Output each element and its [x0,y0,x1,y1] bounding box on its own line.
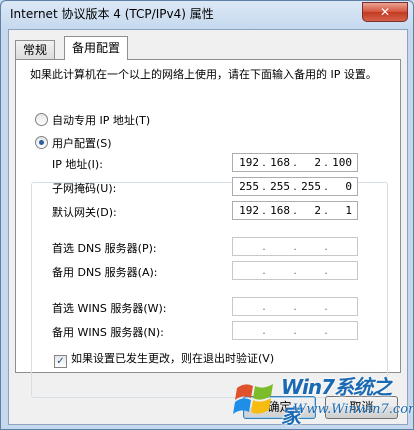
close-button[interactable]: ✕ [362,2,408,22]
ip-dot: . [324,240,328,253]
ip-dot: . [262,264,266,277]
radio-auto-label: 自动专用 IP 地址(T) [52,114,151,127]
ip-octet-1: 192 [239,156,259,169]
dialog-client: 常规 备用配置 如果此计算机在一个以上的网络上使用，请在下面输入备用的 IP 设… [8,29,408,425]
subnet-octet-2: 255 [270,180,290,193]
alternate-wins-label: 备用 WINS 服务器(N): [52,326,164,339]
ip-octet-3: 2 [314,156,321,169]
validate-on-exit-label: 如果设置已发生更改，则在退出时验证(V) [71,352,275,365]
subnet-octet-4: 0 [345,180,352,193]
dialog-window: Internet 协议版本 4 (TCP/IPv4) 属性 ✕ 常规 备用配置 … [0,0,414,430]
default-gateway-label: 默认网关(D): [52,206,117,219]
preferred-dns-label: 首选 DNS 服务器(P): [52,242,157,255]
ip-dot: . [324,300,328,313]
default-gateway-input[interactable]: 192. 168. 2. 1 [232,201,358,220]
ok-button[interactable]: 确定 [243,396,316,419]
ip-dot: . [293,240,297,253]
tab-general[interactable]: 常规 [15,40,56,59]
gateway-octet-2: 168 [270,204,290,217]
alternate-wins-input[interactable]: ... [232,321,358,340]
radio-auto-private-ip[interactable]: 自动专用 IP 地址(T) [35,112,150,128]
subnet-mask-input[interactable]: 255. 255. 255. 0 [232,177,358,196]
ip-address-label: IP 地址(I): [52,158,103,171]
close-icon: ✕ [379,5,391,19]
ip-dot: . [293,300,297,313]
radio-user-label: 用户配置(S) [52,137,112,150]
ip-octet-2: 168 [270,156,290,169]
gateway-octet-1: 192 [239,204,259,217]
checkbox-checked-icon[interactable]: ✓ [54,355,67,368]
preferred-wins-input[interactable]: ... [232,297,358,316]
ip-dot: . [324,324,328,337]
subnet-octet-1: 255 [239,180,259,193]
subnet-mask-label: 子网掩码(U): [52,182,117,195]
ip-dot: . [262,300,266,313]
alternate-dns-input[interactable]: ... [232,261,358,280]
tab-alternate-config[interactable]: 备用配置 [64,36,129,60]
gateway-octet-4: 1 [345,204,352,217]
radio-user-config[interactable]: 用户配置(S) [35,135,112,151]
alternate-dns-label: 备用 DNS 服务器(A): [52,266,158,279]
radio-user-indicator[interactable] [35,136,48,149]
subnet-octet-3: 255 [301,180,321,193]
ip-dot: . [324,264,328,277]
preferred-wins-label: 首选 WINS 服务器(W): [52,302,167,315]
cancel-button[interactable]: 取消 [325,396,398,419]
radio-auto-indicator[interactable] [35,113,48,126]
preferred-dns-input[interactable]: ... [232,237,358,256]
validate-on-exit-checkbox[interactable]: ✓ 如果设置已发生更改，则在退出时验证(V) [54,350,274,368]
ip-octet-4: 100 [332,156,352,169]
description-text: 如果此计算机在一个以上的网络上使用，请在下面输入备用的 IP 设置。 [30,68,377,81]
ip-address-input[interactable]: 192. 168. 2. 100 [232,153,358,172]
ip-dot: . [293,324,297,337]
ip-dot: . [262,324,266,337]
tab-panel: 如果此计算机在一个以上的网络上使用，请在下面输入备用的 IP 设置。 自动专用 … [15,59,401,398]
window-title: Internet 协议版本 4 (TCP/IPv4) 属性 [10,7,214,21]
title-bar[interactable]: Internet 协议版本 4 (TCP/IPv4) 属性 ✕ [1,1,413,25]
ip-dot: . [262,240,266,253]
gateway-octet-3: 2 [314,204,321,217]
ip-dot: . [293,264,297,277]
